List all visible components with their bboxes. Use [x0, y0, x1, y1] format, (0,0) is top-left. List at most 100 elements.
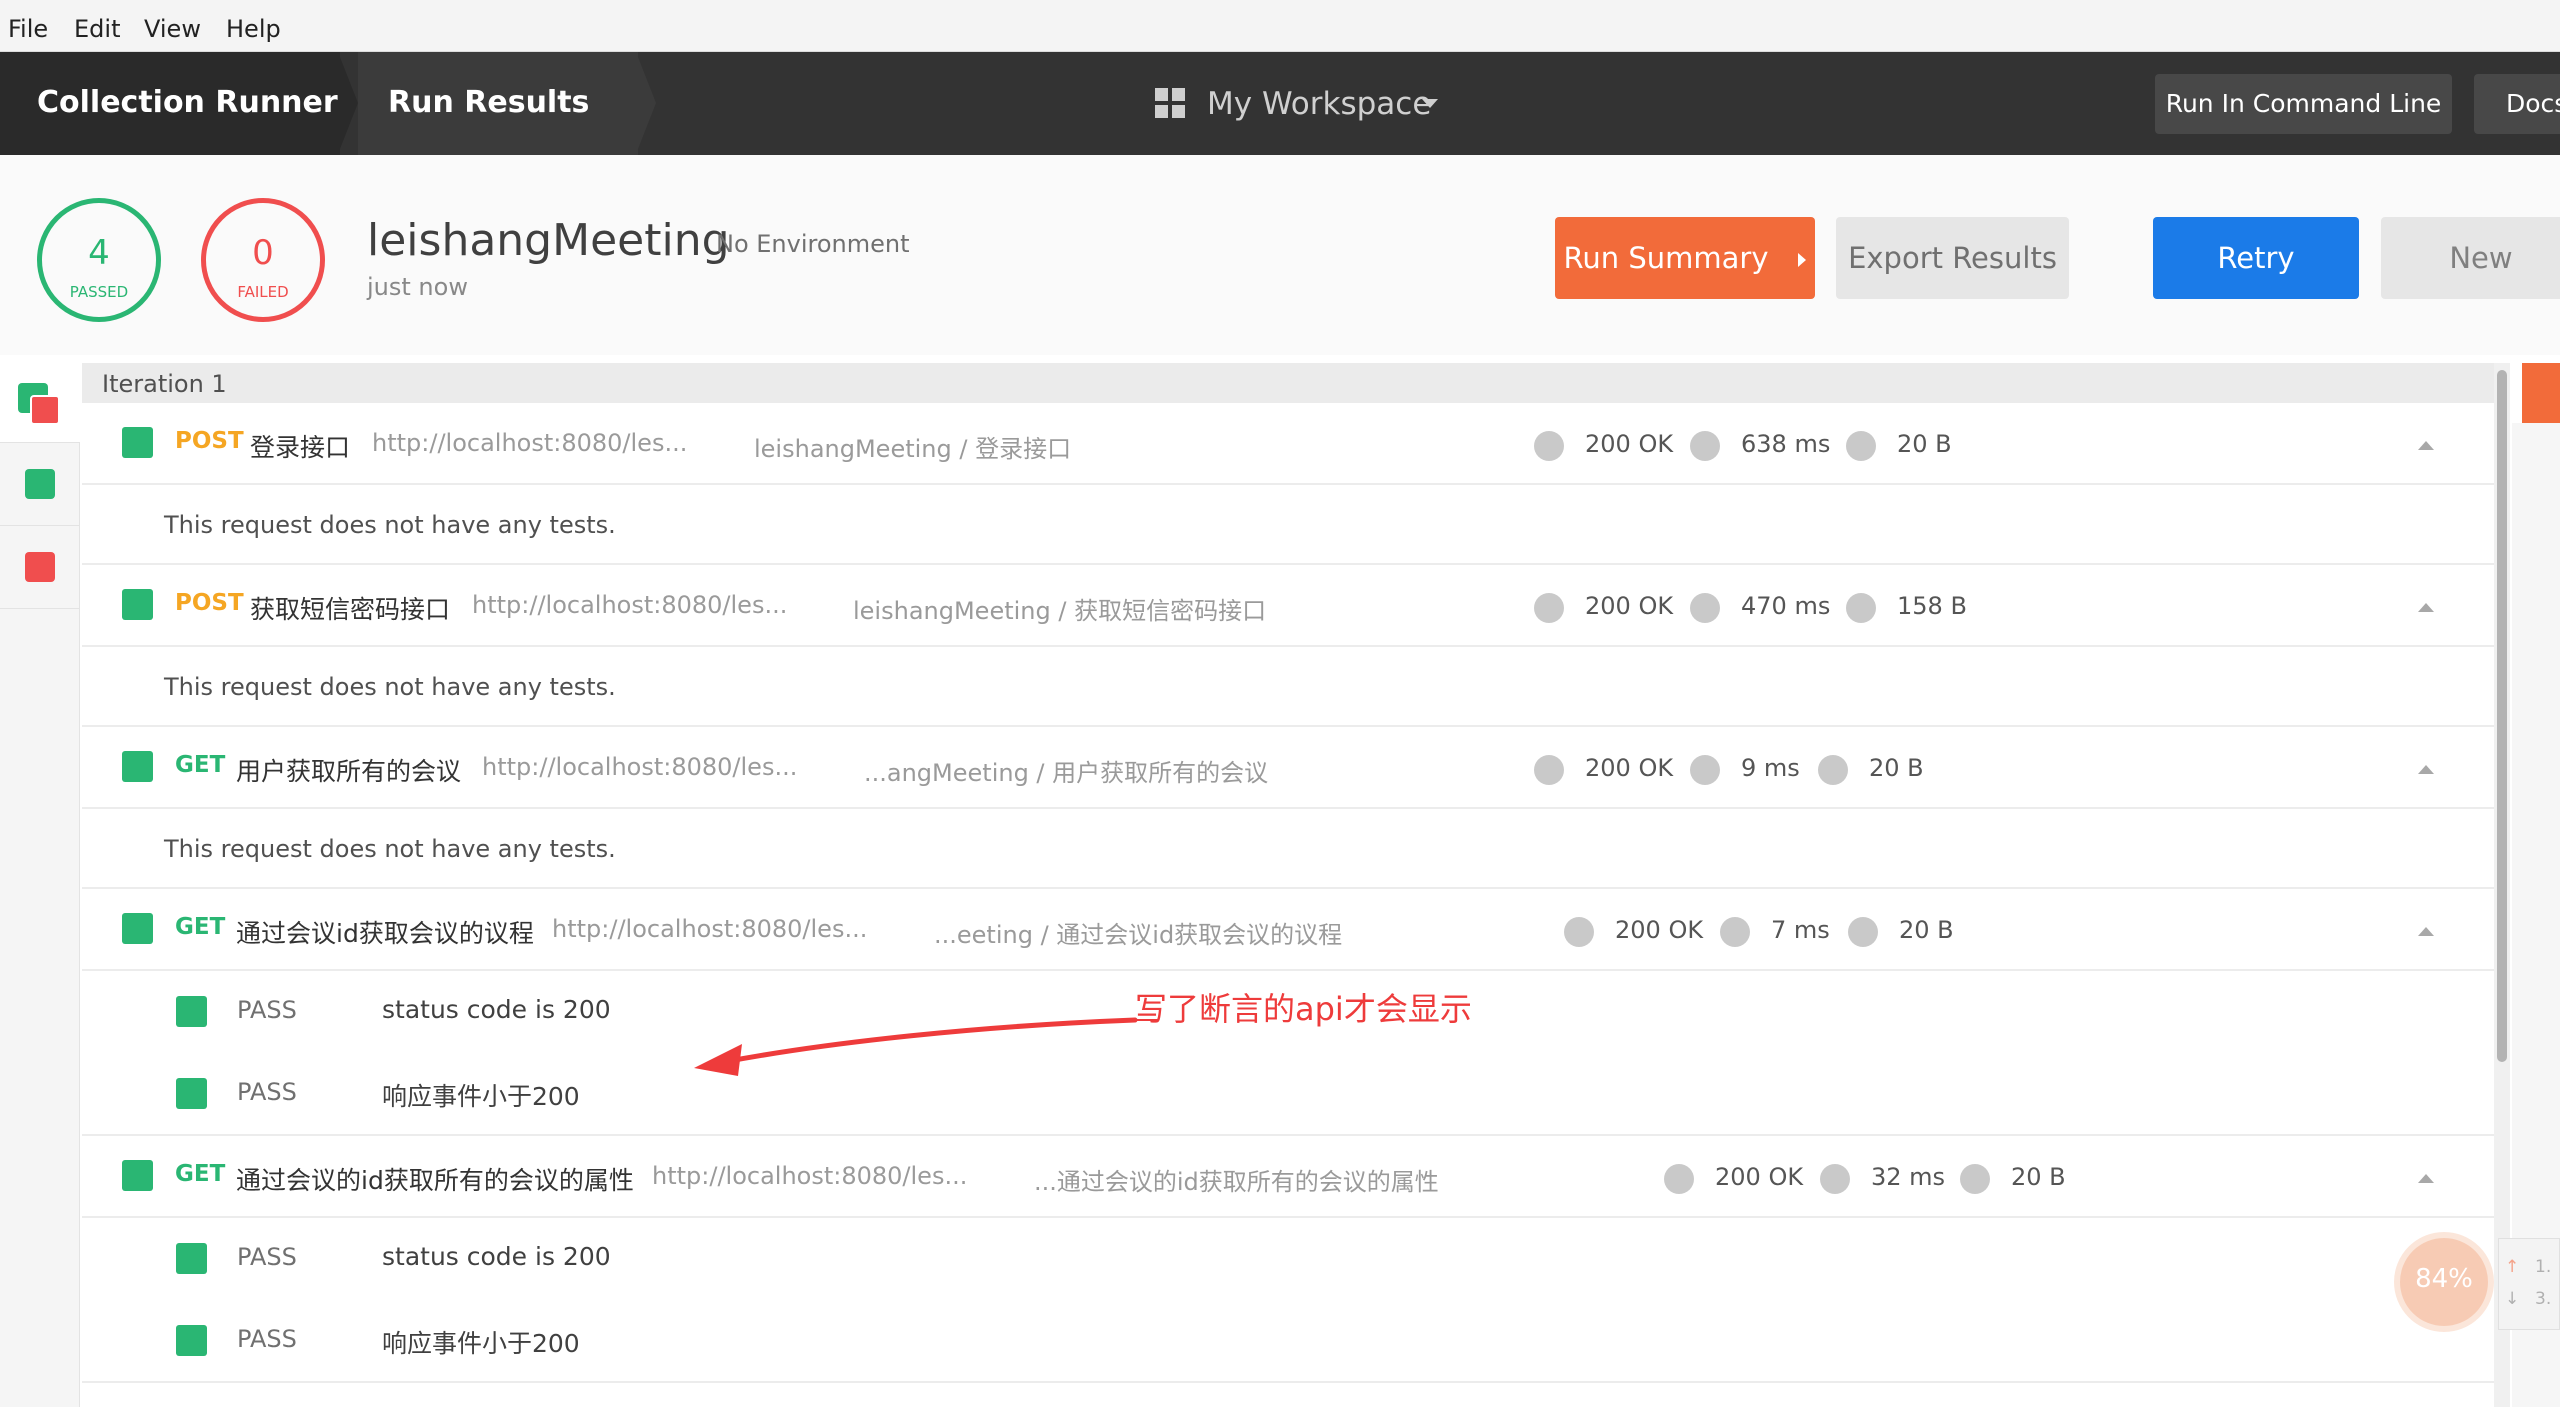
request-tests-area: This request does not have any tests.: [82, 485, 2494, 565]
request-row[interactable]: GET 通过会议id获取会议的议程 http://localhost:8080/…: [82, 889, 2494, 971]
failed-count: 0: [252, 233, 274, 273]
test-name: status code is 200: [382, 995, 611, 1024]
request-status-square: [122, 589, 153, 620]
collapse-caret-icon[interactable]: [2418, 441, 2434, 450]
passed-counter: 4 PASSED: [37, 198, 161, 322]
failed-square-icon: [30, 395, 60, 425]
test-name: 响应事件小于200: [382, 1329, 580, 1358]
docs-button[interactable]: Docs: [2474, 74, 2560, 134]
run-summary-label: Run Summary: [1563, 241, 1769, 275]
breadcrumb-label: Collection Runner: [37, 85, 338, 120]
response-status: 200 OK: [1585, 754, 1674, 782]
failed-label: FAILED: [237, 283, 289, 301]
size-dot-icon: [1848, 917, 1878, 947]
response-size: 158 B: [1897, 592, 1967, 620]
request-name: 用户获取所有的会议: [236, 757, 462, 786]
request-tests-area: This request does not have any tests.: [82, 647, 2494, 727]
retry-button[interactable]: Retry: [2153, 217, 2359, 299]
test-name: status code is 200: [382, 1242, 611, 1271]
test-pass-square: [176, 1078, 207, 1109]
response-time: 9 ms: [1741, 754, 1800, 782]
menu-file[interactable]: File: [8, 15, 48, 43]
request-status-square: [122, 913, 153, 944]
response-size: 20 B: [2011, 1163, 2066, 1191]
no-tests-message: This request does not have any tests.: [164, 835, 616, 863]
chevron-down-icon[interactable]: [1422, 99, 1438, 108]
test-status: PASS: [237, 1243, 297, 1271]
new-button[interactable]: New: [2381, 217, 2560, 299]
failed-counter: 0 FAILED: [201, 198, 325, 322]
request-path: leishangMeeting / 登录接口: [754, 435, 1072, 463]
request-row[interactable]: GET 通过会议的id获取所有的会议的属性 http://localhost:8…: [82, 1136, 2494, 1218]
response-time: 638 ms: [1741, 430, 1831, 458]
request-row[interactable]: POST 获取短信密码接口 http://localhost:8080/les.…: [82, 565, 2494, 647]
test-pass-square: [176, 1325, 207, 1356]
speed-widget-panel: ↑ 1. ↓ 3.: [2498, 1238, 2560, 1330]
size-dot-icon: [1960, 1164, 1990, 1194]
passed-square-icon: [25, 469, 55, 499]
collapse-caret-icon[interactable]: [2418, 1174, 2434, 1183]
test-status: PASS: [237, 1325, 297, 1353]
response-time: 7 ms: [1771, 916, 1830, 944]
side-tab-indicator[interactable]: [2522, 363, 2560, 423]
time-dot-icon: [1720, 917, 1750, 947]
time-dot-icon: [1690, 593, 1720, 623]
response-size: 20 B: [1869, 754, 1924, 782]
request-name: 通过会议id获取会议的议程: [236, 919, 534, 948]
request-status-square: [122, 427, 153, 458]
breadcrumb-label: Run Results: [388, 85, 590, 120]
download-arrow-icon: ↓: [2505, 1289, 2520, 1309]
menu-view[interactable]: View: [144, 15, 201, 43]
download-value: 3.: [2535, 1289, 2552, 1309]
run-time: just now: [367, 273, 468, 301]
breadcrumb-run-results[interactable]: Run Results: [358, 52, 638, 155]
response-status: 200 OK: [1615, 916, 1704, 944]
request-row[interactable]: GET 用户获取所有的会议 http://localhost:8080/les.…: [82, 727, 2494, 809]
rail-item-all[interactable]: [0, 360, 80, 443]
rail-item-passed[interactable]: [0, 443, 80, 526]
request-path: ...eeting / 通过会议id获取会议的议程: [934, 921, 1343, 949]
app-header: Collection Runner Run Results My Workspa…: [0, 52, 2560, 155]
time-dot-icon: [1690, 755, 1720, 785]
collapse-caret-icon[interactable]: [2418, 927, 2434, 936]
export-results-button[interactable]: Export Results: [1836, 217, 2069, 299]
menu-edit[interactable]: Edit: [74, 15, 120, 43]
response-size: 20 B: [1899, 916, 1954, 944]
status-dot-icon: [1534, 593, 1564, 623]
status-dot-icon: [1534, 755, 1564, 785]
response-status: 200 OK: [1715, 1163, 1804, 1191]
scrollbar-thumb[interactable]: [2497, 370, 2507, 1062]
request-path: ...angMeeting / 用户获取所有的会议: [864, 759, 1269, 787]
response-time: 470 ms: [1741, 592, 1831, 620]
upload-value: 1.: [2535, 1257, 2552, 1277]
test-pass-square: [176, 996, 207, 1027]
request-status-square: [122, 751, 153, 782]
failed-square-icon: [25, 552, 55, 582]
no-tests-message: This request does not have any tests.: [164, 511, 616, 539]
annotation-text: 写了断言的api才会显示: [1135, 990, 1472, 1028]
test-pass-square: [176, 1243, 207, 1274]
menu-help[interactable]: Help: [226, 15, 281, 43]
request-url: http://localhost:8080/les...: [482, 753, 798, 781]
collapse-caret-icon[interactable]: [2418, 765, 2434, 774]
run-in-command-line-button[interactable]: Run In Command Line: [2155, 74, 2452, 134]
request-path: ...通过会议的id获取所有的会议的属性: [1034, 1168, 1439, 1196]
test-status: PASS: [237, 996, 297, 1024]
time-dot-icon: [1690, 431, 1720, 461]
time-dot-icon: [1820, 1164, 1850, 1194]
rail-item-failed[interactable]: [0, 526, 80, 609]
workspace-selector[interactable]: My Workspace: [1207, 86, 1431, 122]
response-size: 20 B: [1897, 430, 1952, 458]
request-url: http://localhost:8080/les...: [372, 429, 688, 457]
size-dot-icon: [1846, 593, 1876, 623]
request-tests-area: PASS status code is 200 PASS 响应事件小于200: [82, 1218, 2494, 1383]
collapse-caret-icon[interactable]: [2418, 603, 2434, 612]
iteration-header: Iteration 1: [82, 363, 2494, 403]
request-row[interactable]: POST 登录接口 http://localhost:8080/les... l…: [82, 403, 2494, 485]
request-url: http://localhost:8080/les...: [472, 591, 788, 619]
request-method: POST: [175, 590, 244, 616]
speed-widget-percent: 84%: [2415, 1264, 2473, 1294]
request-name: 通过会议的id获取所有的会议的属性: [236, 1166, 634, 1195]
run-summary-button[interactable]: Run Summary: [1555, 217, 1815, 299]
breadcrumb-collection-runner[interactable]: Collection Runner: [0, 52, 340, 155]
